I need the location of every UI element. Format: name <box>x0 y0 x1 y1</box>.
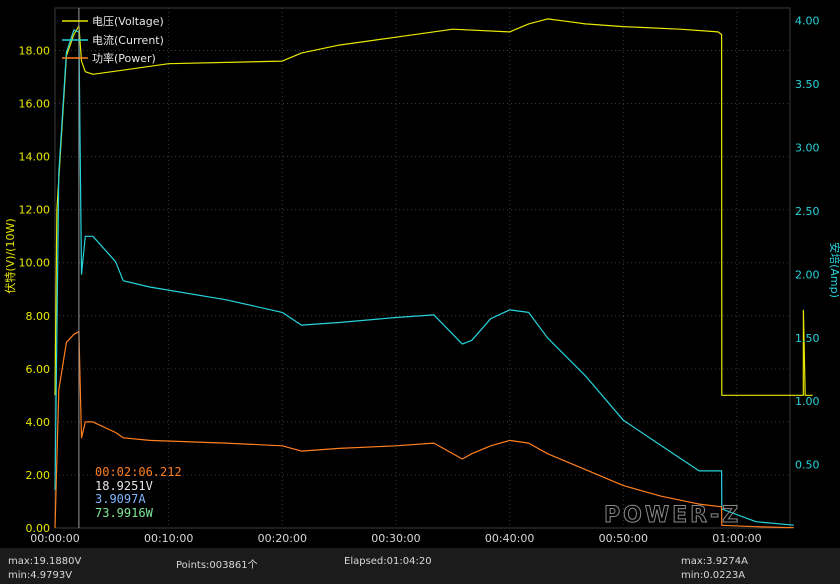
right-tick-label: 3.50 <box>795 78 820 91</box>
series-layer <box>54 18 813 529</box>
x-tick-label: 00:30:00 <box>371 532 420 545</box>
right-tick-label: 2.00 <box>795 268 820 281</box>
status-bar: max:19.1880V min:4.9793V Points:003861个 … <box>0 548 840 584</box>
cursor-time: 00:02:06.212 <box>95 465 182 479</box>
left-axis-ticks: 0.002.004.006.008.0010.0012.0014.0016.00… <box>19 44 51 535</box>
plot-frame <box>54 7 791 529</box>
elapsed-time: Elapsed:01:04:20 <box>344 556 432 567</box>
cursor-power: 73.9916W <box>95 506 154 520</box>
legend-power-label: 功率(Power) <box>92 51 156 65</box>
x-tick-label: 00:00:00 <box>30 532 79 545</box>
x-tick-label: 00:50:00 <box>599 532 648 545</box>
legend-voltage-label: 电压(Voltage) <box>92 15 164 28</box>
voltage-max: max:19.1880V <box>8 556 82 567</box>
left-tick-label: 8.00 <box>26 310 51 323</box>
left-tick-label: 18.00 <box>19 44 51 57</box>
voltage-min: min:4.9793V <box>8 570 73 581</box>
left-tick-label: 12.00 <box>19 204 51 217</box>
current-min: min:0.0223A <box>681 570 746 581</box>
x-tick-label: 00:10:00 <box>144 532 193 545</box>
left-axis-label: 伏特(V)/(10W) <box>3 218 17 293</box>
x-tick-label: 00:40:00 <box>485 532 534 545</box>
right-tick-label: 1.50 <box>795 332 820 345</box>
right-tick-label: 4.00 <box>795 15 820 28</box>
left-tick-label: 6.00 <box>26 363 51 376</box>
left-tick-label: 14.00 <box>19 151 51 164</box>
legend-current-label: 电流(Current) <box>92 33 164 47</box>
right-tick-label: 0.50 <box>795 459 820 472</box>
left-tick-label: 2.00 <box>26 469 51 482</box>
left-tick-label: 4.00 <box>26 416 51 429</box>
left-tick-label: 16.00 <box>19 98 51 111</box>
x-tick-label: 00:20:00 <box>258 532 307 545</box>
brand-watermark: POWER-Z <box>604 503 741 528</box>
grid-lines <box>54 7 791 529</box>
current-line <box>54 29 794 526</box>
cursor-current: 3.9097A <box>95 492 146 506</box>
x-axis-ticks: 00:00:00 00:10:00 00:20:00 00:30:00 00:40:00… <box>30 532 761 545</box>
x-tick-label: 01:00:00 <box>712 532 761 545</box>
voltage-line <box>54 18 813 396</box>
left-tick-label: 10.00 <box>19 257 51 270</box>
points-count: Points:003861个 <box>176 560 258 571</box>
right-tick-label: 2.50 <box>795 205 820 218</box>
power-line <box>54 331 794 529</box>
legend: 电压(Voltage) 电流(Current) 功率(Power) <box>62 15 164 65</box>
right-tick-label: 1.00 <box>795 395 820 408</box>
right-axis-label: 安培(Amp) <box>828 242 840 298</box>
cursor-voltage: 18.9251V <box>95 479 153 493</box>
right-tick-label: 3.00 <box>795 142 820 155</box>
power-chart: 0.002.004.006.008.0010.0012.0014.0016.00… <box>0 0 840 548</box>
right-axis-ticks: 0.50 1.00 1.50 2.00 2.50 3.00 3.50 4.00 <box>795 15 820 472</box>
current-max: max:3.9274A <box>681 556 748 567</box>
